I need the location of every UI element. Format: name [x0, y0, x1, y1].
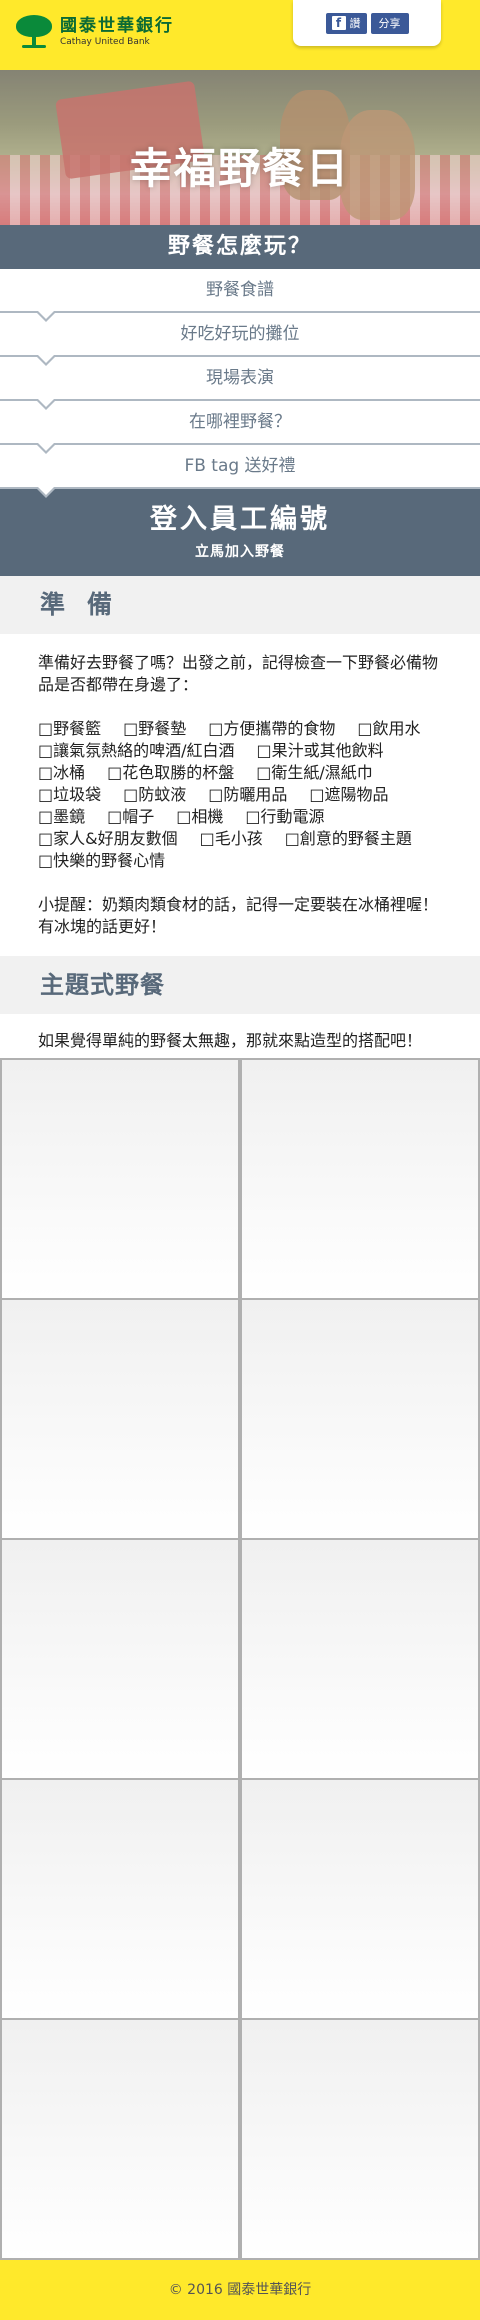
site-footer: © 2016 國泰世華銀行 [0, 2260, 480, 2320]
social-share-box: f 讚 分享 [293, 0, 441, 46]
fb-like-label: 讚 [349, 17, 361, 30]
theme-intro: 如果覺得單純的野餐太無趣，那就來點造型的搭配吧！ [38, 1031, 423, 1050]
theme-section-title: 主題式野餐 [0, 956, 480, 1014]
checklist-item: □果汁或其他飲料 [256, 741, 384, 760]
menu-item-location[interactable]: 在哪裡野餐？ [0, 401, 480, 454]
tree-logo-icon [14, 15, 54, 49]
checklist-item: □飲用水 [357, 719, 421, 738]
prepare-section-body: 準備好去野餐了嗎？出發之前，記得檢查一下野餐必備物品是否都帶在身邊了： □野餐籃… [0, 634, 480, 956]
login-subtitle: 立馬加入野餐 [195, 544, 285, 560]
brand-name-en: Cathay United Bank [60, 37, 150, 47]
login-title: 登入員工編號 [150, 504, 330, 535]
hero-title: 幸福野餐日 [129, 144, 350, 193]
theme-image-tile[interactable] [240, 1060, 480, 1300]
checklist-item: □方便攜帶的食物 [208, 719, 336, 738]
checklist-item: □冰桶 [38, 763, 86, 782]
theme-image-tile[interactable] [0, 1780, 240, 2020]
brand-logo[interactable]: 國泰世華銀行 Cathay United Bank [14, 15, 174, 49]
checklist-item: □帽子 [107, 807, 155, 826]
checklist-item: □讓氣氛熱絡的啤酒/紅白酒 [38, 741, 235, 760]
checklist-item: □快樂的野餐心情 [38, 851, 166, 870]
menu-item-stalls[interactable]: 好吃好玩的攤位 [0, 313, 480, 366]
prepare-section-title: 準備 [0, 576, 480, 634]
checklist-item: □相機 [176, 807, 224, 826]
checklist-item: □防蚊液 [123, 785, 187, 804]
fb-share-button[interactable]: 分享 [370, 12, 409, 34]
menu-heading: 野餐怎麼玩？ [0, 225, 480, 278]
theme-image-tile[interactable] [0, 1540, 240, 1780]
theme-image-tile[interactable] [0, 1060, 240, 1300]
site-header: 國泰世華銀行 Cathay United Bank f 讚 分享 [0, 0, 480, 70]
checklist-item: □遮陽物品 [309, 785, 389, 804]
prepare-intro: 準備好去野餐了嗎？出發之前，記得檢查一下野餐必備物品是否都帶在身邊了： [38, 653, 439, 694]
brand-name: 國泰世華銀行 [60, 16, 174, 36]
hero-banner: 幸福野餐日 [0, 70, 480, 225]
checklist-item: □行動電源 [245, 807, 325, 826]
checklist-item: □野餐墊 [123, 719, 187, 738]
fb-like-button[interactable]: f 讚 [325, 12, 367, 34]
checklist-item: □野餐籃 [38, 719, 102, 738]
theme-image-tile[interactable] [240, 1540, 480, 1780]
checklist-item: □家人&好朋友數個 [38, 829, 178, 848]
menu-item-recipes[interactable]: 野餐食譜 [0, 269, 480, 322]
facebook-icon: f [331, 16, 346, 30]
theme-image-tile[interactable] [240, 1300, 480, 1540]
prepare-checklist: □野餐籃 □野餐墊 □方便攜帶的食物 □飲用水 □讓氣氛熱絡的啤酒/紅白酒 □果… [38, 718, 442, 872]
checklist-item: □毛小孩 [199, 829, 263, 848]
checklist-item: □花色取勝的杯盤 [107, 763, 235, 782]
theme-image-tile[interactable] [240, 2020, 480, 2260]
menu-item-performance[interactable]: 現場表演 [0, 357, 480, 410]
prepare-tip: 小提醒：奶類肉類食材的話，記得一定要裝在冰桶裡喔！有冰塊的話更好！ [38, 895, 439, 936]
menu-item-fb-tag[interactable]: FB tag 送好禮 [0, 445, 480, 498]
theme-image-tile[interactable] [240, 1780, 480, 2020]
checklist-item: □創意的野餐主題 [284, 829, 412, 848]
checklist-item: □衛生紙/濕紙巾 [256, 763, 373, 782]
employee-login-button[interactable]: 登入員工編號 立馬加入野餐 [0, 489, 480, 576]
checklist-item: □垃圾袋 [38, 785, 102, 804]
theme-image-tile[interactable] [0, 1300, 240, 1540]
theme-image-tile[interactable] [0, 2020, 240, 2260]
checklist-item: □防曬用品 [208, 785, 288, 804]
theme-image-grid [0, 1058, 480, 2260]
checklist-item: □墨鏡 [38, 807, 86, 826]
